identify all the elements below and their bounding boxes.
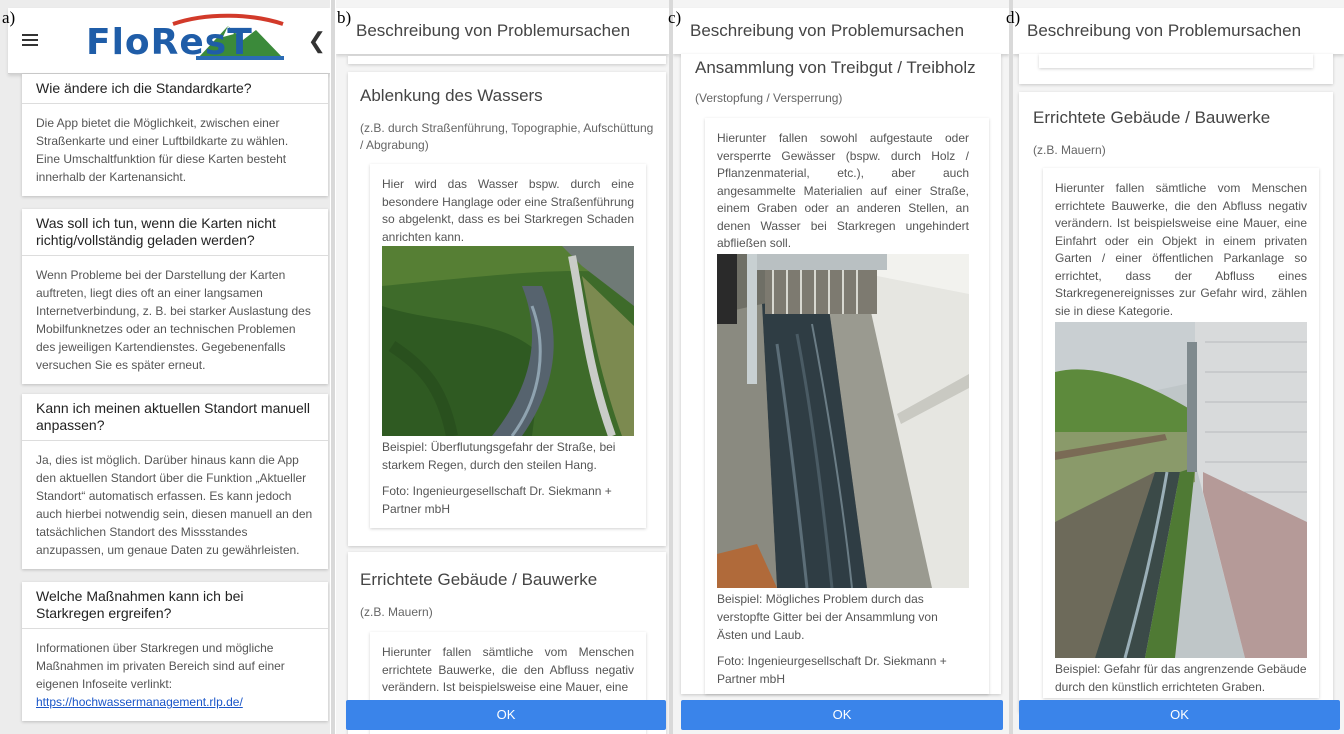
cause-title: Errichtete Gebäude / Bauwerke: [1033, 108, 1271, 127]
cause-subtitle: (z.B. durch Straßenführung, Topographie,…: [360, 121, 654, 152]
photo-credit: Foto: Ingenieurgesellschaft Dr. Siekmann…: [717, 654, 947, 686]
cause-title: Ansammlung von Treibgut / Treibholz: [695, 58, 976, 77]
app-header: FloResT ❮: [8, 8, 330, 74]
cause-detail: Hierunter fallen sowohl aufgestaute oder…: [705, 118, 989, 694]
screen-title: Beschreibung von Problemursachen: [690, 21, 965, 40]
faq-question[interactable]: Wie ändere ich die Standardkarte?: [22, 74, 328, 104]
faq-answer: Informationen über Starkregen und möglic…: [22, 629, 328, 721]
panel-label-d: d): [1006, 8, 1021, 27]
ok-button[interactable]: OK: [1019, 700, 1340, 730]
screen-header: Beschreibung von Problemursachen: [336, 8, 669, 54]
ok-button[interactable]: OK: [346, 700, 666, 730]
problem-description-screen: Beschreibung von Problemursachen Ansamml…: [673, 0, 1009, 734]
faq-item[interactable]: Kann ich meinen aktuellen Standort manue…: [22, 394, 328, 569]
cause-card: Ablenkung des Wassers (z.B. durch Straße…: [348, 72, 666, 546]
screen-header: Beschreibung von Problemursachen: [1013, 8, 1344, 54]
cause-detail: Hier wird das Wasser bspw. durch eine be…: [370, 164, 646, 528]
photo-credit: Foto: Ingenieurgesellschaft Dr. Siekmann…: [382, 484, 612, 516]
photo-caption: Beispiel: Überflutungsgefahr der Straße,…: [382, 440, 616, 472]
screen-title: Beschreibung von Problemursachen: [1027, 21, 1302, 40]
faq-item[interactable]: Wie ändere ich die Standardkarte? Die Ap…: [22, 74, 328, 196]
chevron-left-icon[interactable]: ❮: [308, 28, 326, 54]
hochwasser-link[interactable]: https://hochwassermanagement.rlp.de/: [36, 695, 243, 709]
cause-text: Hier wird das Wasser bspw. durch eine be…: [382, 177, 634, 244]
card-remnant: [348, 56, 666, 64]
panel-label-a: a): [2, 8, 16, 27]
cause-text: Hierunter fallen sowohl aufgestaute oder…: [717, 131, 969, 250]
florest-logo: FloResT: [78, 12, 288, 68]
hamburger-menu-icon[interactable]: [22, 34, 38, 46]
cause-subtitle: (z.B. Mauern): [1033, 143, 1106, 157]
ok-button[interactable]: OK: [681, 700, 1003, 730]
faq-answer-text: Informationen über Starkregen und möglic…: [36, 641, 285, 691]
cause-text: Hierunter fallen sämtliche vom Menschen …: [382, 645, 634, 694]
faq-answer: Ja, dies ist möglich. Darüber hinaus kan…: [36, 453, 313, 557]
faq-question[interactable]: Was soll ich tun, wenn die Karten nicht …: [22, 209, 328, 256]
example-photo-channel: [1055, 322, 1307, 658]
faq-item[interactable]: Was soll ich tun, wenn die Karten nicht …: [22, 209, 328, 384]
faq-question[interactable]: Kann ich meinen aktuellen Standort manue…: [22, 394, 328, 441]
card-remnant: [1019, 54, 1333, 84]
faq-answer: Die App bietet die Möglichkeit, zwischen…: [36, 116, 289, 184]
screen-title: Beschreibung von Problemursachen: [356, 21, 631, 40]
photo-caption: Beispiel: Mögliches Problem durch das ve…: [717, 592, 938, 642]
cause-title: Ablenkung des Wassers: [360, 86, 543, 105]
faq-answer: Wenn Probleme bei der Darstellung der Ka…: [36, 268, 311, 372]
cause-card: Ansammlung von Treibgut / Treibholz (Ver…: [681, 54, 1001, 694]
cause-text: Hierunter fallen sämtliche vom Menschen …: [1055, 181, 1307, 318]
card-remnant-inner: [1039, 54, 1313, 68]
cause-card: Errichtete Gebäude / Bauwerke (z.B. Maue…: [1019, 92, 1333, 712]
problem-description-screen: Beschreibung von Problemursachen Erricht…: [1013, 0, 1344, 734]
example-photo-grate: [717, 254, 969, 588]
panel-label-c: c): [668, 8, 682, 27]
panel-label-b: b): [337, 8, 352, 27]
cause-subtitle: (Verstopfung / Versperrung): [695, 91, 843, 105]
faq-screen: FloResT ❮ Wie ändere ich die Standardkar…: [0, 0, 330, 734]
example-photo-slope: [382, 246, 634, 436]
panel-separator: [331, 0, 335, 734]
cause-subtitle: (z.B. Mauern): [360, 605, 433, 619]
screen-header: Beschreibung von Problemursachen: [673, 8, 1009, 54]
cause-detail: Hierunter fallen sämtliche vom Menschen …: [1043, 168, 1319, 698]
problem-description-screen: Beschreibung von Problemursachen Ablenku…: [336, 0, 669, 734]
cause-title: Errichtete Gebäude / Bauwerke: [360, 570, 598, 589]
faq-question[interactable]: Welche Maßnahmen kann ich bei Starkregen…: [22, 582, 328, 629]
faq-item[interactable]: Welche Maßnahmen kann ich bei Starkregen…: [22, 582, 328, 721]
logo-text: FloResT: [86, 22, 253, 63]
photo-caption: Beispiel: Gefahr für das angrenzende Geb…: [1055, 662, 1307, 694]
